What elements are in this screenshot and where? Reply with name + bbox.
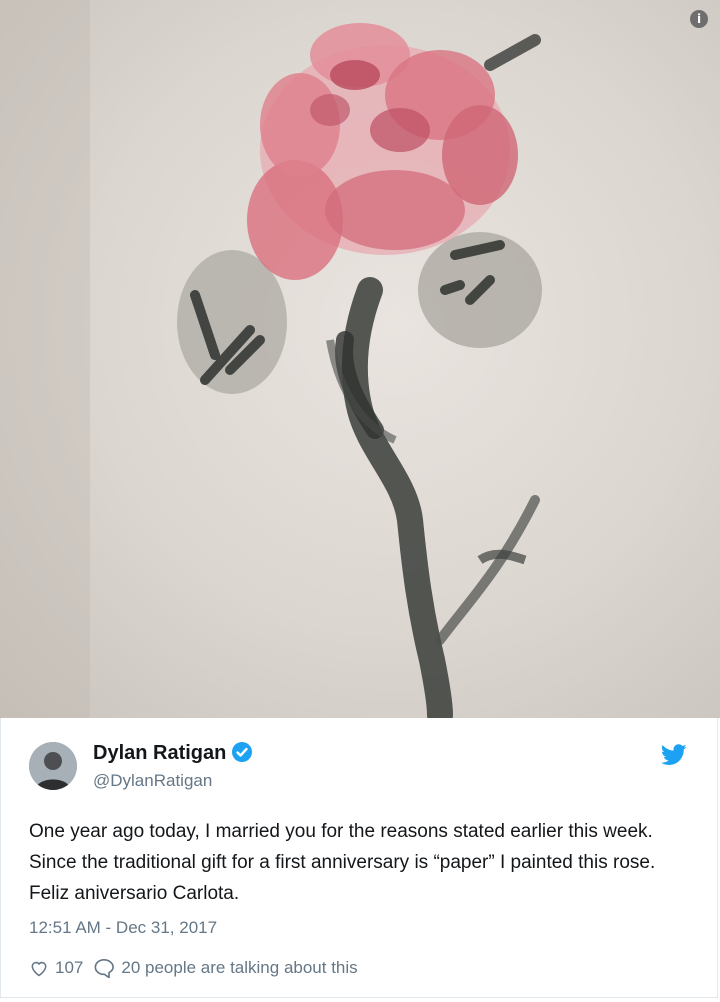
verified-badge-icon <box>232 742 253 768</box>
like-count: 107 <box>55 958 84 977</box>
twitter-bird-icon[interactable] <box>660 744 687 771</box>
tweet-timestamp[interactable]: 12:51 AM - Dec 31, 2017 <box>29 918 217 938</box>
comment-icon <box>94 958 115 978</box>
rose-painting-image[interactable]: i <box>0 0 720 718</box>
author-name[interactable]: Dylan Ratigan <box>93 742 253 768</box>
tweet-text: One year ago today, I married you for th… <box>29 821 656 904</box>
author-name-text: Dylan Ratigan <box>93 742 227 764</box>
reply-link[interactable]: 20 people are talking about this <box>93 958 358 978</box>
rose-painting <box>0 0 542 718</box>
heart-icon <box>31 961 47 977</box>
tweet-actions: 107 20 people are talking about this <box>29 958 368 978</box>
like-button[interactable]: 107 <box>29 958 83 978</box>
reply-count-text: 20 people are talking about this <box>121 958 358 977</box>
avatar[interactable] <box>29 742 77 790</box>
tweet-embed: i Dylan Ratigan @DylanRatigan One year a… <box>0 0 720 1002</box>
tweet-card: Dylan Ratigan @DylanRatigan One year ago… <box>0 718 718 998</box>
author-handle[interactable]: @DylanRatigan <box>93 771 212 791</box>
info-icon[interactable]: i <box>690 10 708 28</box>
